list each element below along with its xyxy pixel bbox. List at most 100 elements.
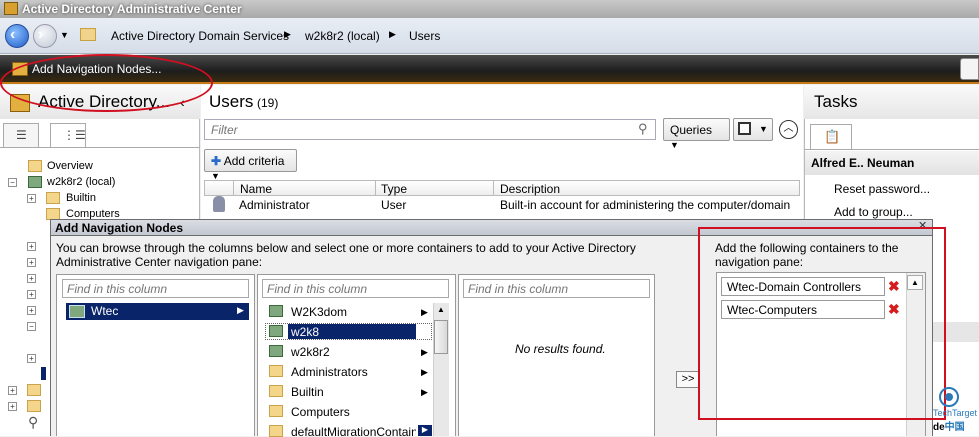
watermark-brand: TechTarget [933, 408, 978, 418]
annotation-rectangle [698, 227, 946, 420]
column-header-name[interactable]: Name [240, 182, 272, 196]
list-item[interactable]: w2k8r2 [291, 345, 330, 363]
domain-icon [28, 176, 42, 188]
expand-node-icon[interactable]: + [27, 194, 36, 203]
domain-icon [269, 305, 283, 317]
scrollbar-thumb[interactable] [434, 320, 448, 354]
breadcrumb-item[interactable]: Active Directory Domain Services [111, 29, 289, 43]
browse-column-1 [56, 274, 255, 436]
chevron-right-icon: ▶ [421, 307, 428, 317]
table-row-name[interactable]: Administrator [239, 198, 310, 212]
chevron-right-icon: ▶ [421, 367, 428, 377]
dialog-title: Add Navigation Nodes [55, 221, 184, 235]
expand-node-icon[interactable]: + [27, 258, 36, 267]
add-to-list-button[interactable]: >> [676, 371, 700, 388]
column-3-find-input[interactable] [463, 279, 650, 298]
chevron-down-icon: ▼ [759, 124, 768, 134]
add-criteria-button[interactable]: ✚ Add criteria ▼ [204, 149, 297, 181]
user-icon [213, 196, 225, 212]
filter-input[interactable] [204, 119, 656, 140]
chevron-down-icon: ▼ [670, 140, 679, 150]
no-results-message: No results found. [515, 342, 606, 356]
chevron-right-icon: ▶ [237, 305, 244, 315]
save-query-button[interactable]: ▼ [733, 118, 773, 141]
expand-node-icon[interactable]: + [27, 290, 36, 299]
chevron-right-icon: ▶ [421, 347, 428, 357]
history-dropdown-icon[interactable]: ▼ [60, 30, 69, 40]
column-separator[interactable] [375, 180, 376, 196]
sidebar-item-domain[interactable]: w2k8r2 (local) [47, 176, 115, 188]
expand-node-icon[interactable]: + [8, 402, 17, 411]
sidebar-item-overview[interactable]: Overview [47, 160, 93, 172]
breadcrumb-separator-icon[interactable]: ▶ [389, 29, 396, 40]
folder-icon [27, 400, 41, 412]
add-criteria-label: Add criteria [223, 154, 285, 168]
queries-button[interactable]: Queries ▼ [663, 118, 730, 150]
table-row-description[interactable]: Built-in account for administering the c… [500, 198, 790, 212]
list-item[interactable]: W2K3dom [291, 305, 347, 323]
sidebar-item-builtin[interactable]: Builtin [66, 192, 96, 204]
list-item[interactable]: defaultMigrationContain... [291, 425, 416, 436]
domain-icon [269, 325, 283, 337]
command-bar-overflow-button[interactable] [960, 58, 979, 80]
list-item[interactable]: Builtin [291, 385, 324, 403]
task-reset-password[interactable]: Reset password... [834, 182, 930, 196]
breadcrumb-item[interactable]: Users [409, 29, 440, 43]
folder-icon [269, 365, 283, 377]
arrow-left-icon: ‹ [10, 26, 16, 43]
folder-icon [269, 385, 283, 397]
search-icon[interactable]: ⚲ [638, 121, 648, 137]
expand-node-icon[interactable]: + [27, 274, 36, 283]
breadcrumb-item[interactable]: w2k8r2 (local) [305, 29, 380, 43]
collapse-node-icon[interactable]: − [8, 178, 17, 187]
expand-node-icon[interactable]: + [27, 354, 36, 363]
expand-node-icon[interactable]: + [27, 242, 36, 251]
column-2-find-input[interactable] [262, 279, 449, 298]
domain-icon [269, 345, 283, 357]
list-item-wtec[interactable]: Wtec ▶ [66, 303, 249, 320]
clipboard-icon: 📋 [824, 129, 841, 144]
arrow-right-icon: › [38, 26, 44, 43]
tab-tasks[interactable]: 📋 [810, 124, 852, 150]
plus-icon: ✚ [211, 154, 222, 168]
folder-icon [27, 384, 41, 396]
list-icon: ☰ [16, 128, 27, 142]
collapse-node-icon[interactable]: − [27, 322, 36, 331]
forward-button[interactable]: › [33, 24, 57, 48]
collapse-icon[interactable]: ︿ [779, 120, 798, 139]
list-item-selected[interactable]: w2k8 [291, 325, 319, 343]
dialog-description: You can browse through the columns below… [56, 241, 636, 269]
task-add-to-group[interactable]: Add to group... [834, 205, 913, 219]
tab-list-view[interactable]: ☰ [3, 123, 39, 148]
page-title: Users [209, 92, 254, 111]
breadcrumb-separator-icon[interactable]: ▶ [284, 29, 291, 40]
chevron-right-icon[interactable]: ▶ [418, 425, 432, 436]
tab-tree-view[interactable]: ⋮☰ [50, 123, 86, 148]
column-header-description[interactable]: Description [500, 182, 560, 196]
list-item-label: Wtec [91, 304, 119, 318]
tasks-title: Tasks [814, 92, 858, 111]
tab-divider [0, 147, 200, 148]
folder-icon [269, 405, 283, 417]
selected-node-marker [41, 367, 46, 380]
users-count: (19) [257, 96, 279, 110]
column-1-find-input[interactable] [62, 279, 249, 298]
queries-label: Queries [670, 123, 713, 137]
table-row-type[interactable]: User [381, 198, 406, 212]
column-separator[interactable] [493, 180, 494, 196]
scroll-up-icon[interactable]: ▲ [434, 304, 448, 318]
back-button[interactable]: ‹ [5, 24, 29, 48]
list-item[interactable]: Computers [291, 405, 350, 423]
list-item[interactable]: Administrators [291, 365, 368, 383]
column-header-type[interactable]: Type [381, 182, 407, 196]
domain-icon [69, 305, 85, 318]
expand-node-icon[interactable]: + [27, 306, 36, 315]
folder-icon [269, 425, 283, 437]
overview-icon [28, 160, 42, 172]
expand-node-icon[interactable]: + [8, 386, 17, 395]
watermark-sub-line: de中国 [933, 418, 977, 433]
save-icon [738, 122, 751, 135]
column-separator[interactable] [233, 180, 234, 196]
tree-icon: ⋮☰ [63, 128, 86, 142]
search-icon[interactable]: ⚲ [28, 414, 38, 431]
